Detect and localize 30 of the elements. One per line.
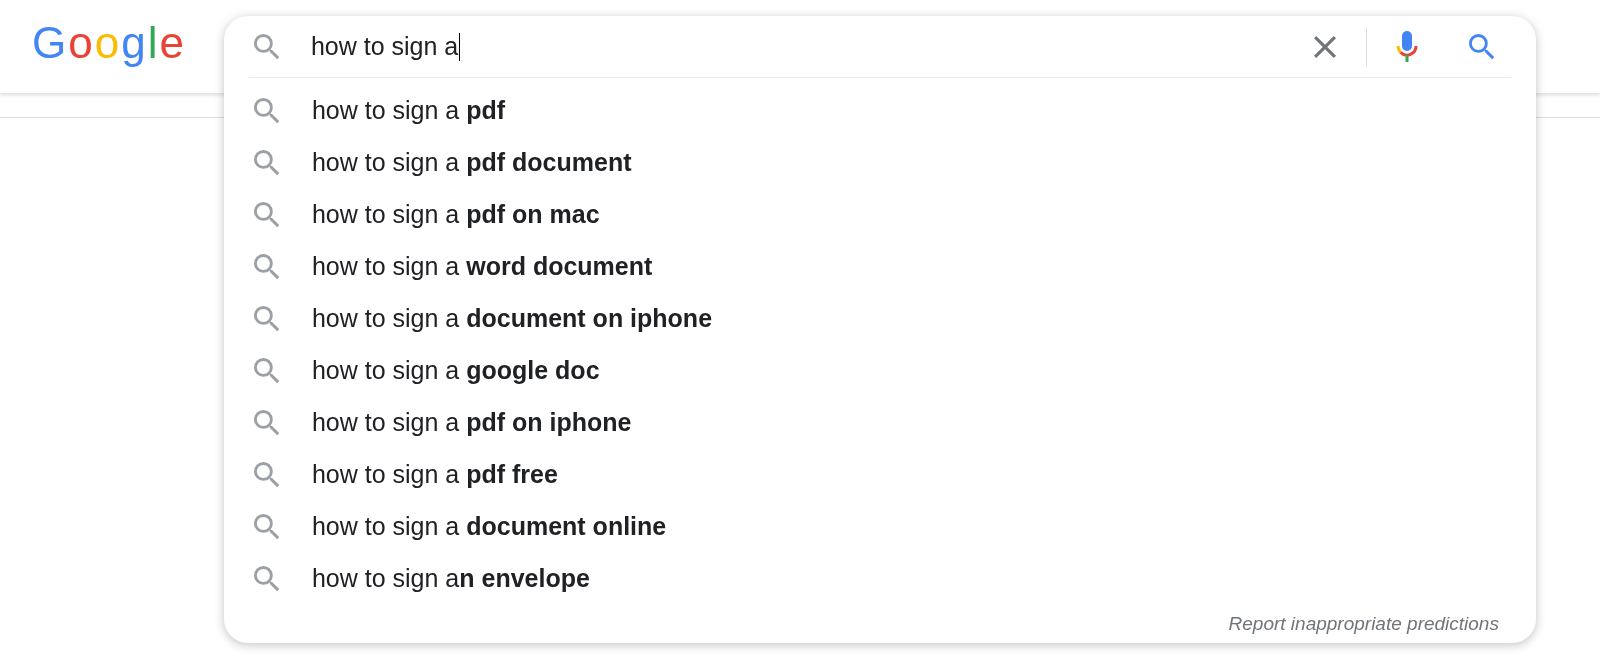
search-icon bbox=[253, 462, 280, 488]
report-link[interactable]: Report inappropriate predictions bbox=[1228, 613, 1499, 635]
suggestion-item[interactable]: how to sign a document online bbox=[253, 501, 667, 553]
suggestion-item[interactable]: how to sign a pdf on iphone bbox=[253, 397, 632, 449]
search-icon bbox=[253, 150, 280, 176]
suggestion-item[interactable]: how to sign a google doc bbox=[253, 345, 600, 397]
suggestion-item[interactable]: how to sign an envelope bbox=[253, 553, 590, 605]
search-input[interactable]: how to sign a bbox=[310, 26, 1298, 67]
search-icon bbox=[253, 566, 280, 592]
voice-search-button[interactable] bbox=[1395, 31, 1418, 62]
clear-button[interactable] bbox=[1313, 35, 1336, 58]
suggestion-item[interactable]: how to sign a pdf bbox=[253, 85, 506, 137]
search-icon bbox=[253, 358, 280, 384]
search-icon bbox=[253, 33, 280, 60]
search-icon bbox=[253, 514, 280, 540]
search-icon bbox=[1468, 33, 1495, 60]
close-icon bbox=[1313, 35, 1336, 58]
search-icon bbox=[253, 98, 280, 124]
search-button[interactable] bbox=[1468, 33, 1495, 60]
search-icon bbox=[253, 410, 280, 436]
suggestion-item[interactable]: how to sign a pdf document bbox=[253, 137, 632, 189]
suggestion-item[interactable]: how to sign a document on iphone bbox=[253, 293, 713, 345]
microphone-icon bbox=[1395, 31, 1418, 62]
suggestion-item[interactable]: how to sign a word document bbox=[253, 241, 653, 293]
suggestion-item[interactable]: how to sign a pdf free bbox=[253, 449, 558, 501]
logo[interactable]: Google bbox=[32, 21, 186, 65]
search-icon bbox=[253, 202, 280, 228]
search-icon bbox=[253, 306, 280, 332]
search-icon bbox=[253, 254, 280, 280]
suggestion-item[interactable]: how to sign a pdf on mac bbox=[253, 189, 600, 241]
